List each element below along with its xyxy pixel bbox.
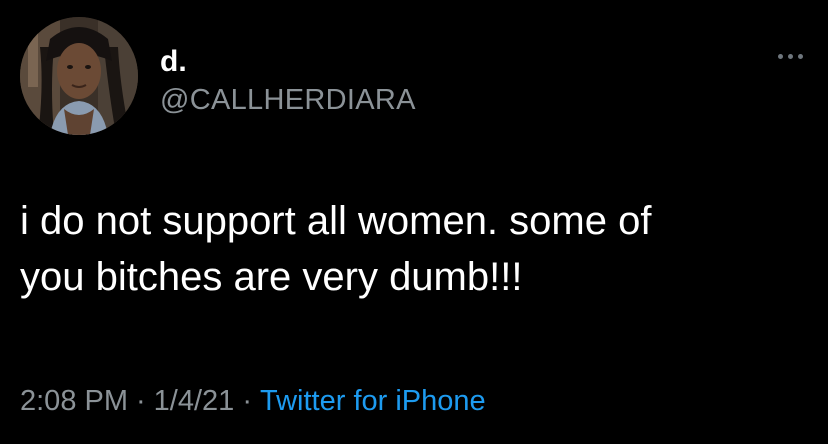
- tweet-text: i do not support all women. some of you …: [20, 193, 810, 305]
- display-name[interactable]: d.: [160, 44, 187, 80]
- tweet-date[interactable]: 1/4/21: [154, 385, 235, 417]
- separator: ·: [242, 385, 252, 417]
- tweet-card: d. @CALLHERDIARA i do not support all wo…: [0, 0, 828, 444]
- tweet-metadata: 2:08 PM · 1/4/21 · Twitter for iPhone: [20, 383, 486, 419]
- tweet-text-line: you bitches are very dumb!!!: [20, 255, 523, 299]
- more-horizontal-icon: [777, 53, 783, 59]
- separator: ·: [136, 385, 146, 417]
- tweet-time[interactable]: 2:08 PM: [20, 385, 128, 417]
- more-horizontal-icon: [787, 53, 793, 59]
- avatar-photo: [20, 17, 138, 135]
- avatar[interactable]: [20, 17, 138, 135]
- more-options-button[interactable]: [770, 44, 810, 68]
- tweet-source-link[interactable]: Twitter for iPhone: [260, 385, 486, 417]
- user-handle[interactable]: @CALLHERDIARA: [160, 83, 416, 117]
- tweet-text-line: i do not support all women. some of: [20, 199, 652, 243]
- more-horizontal-icon: [797, 53, 803, 59]
